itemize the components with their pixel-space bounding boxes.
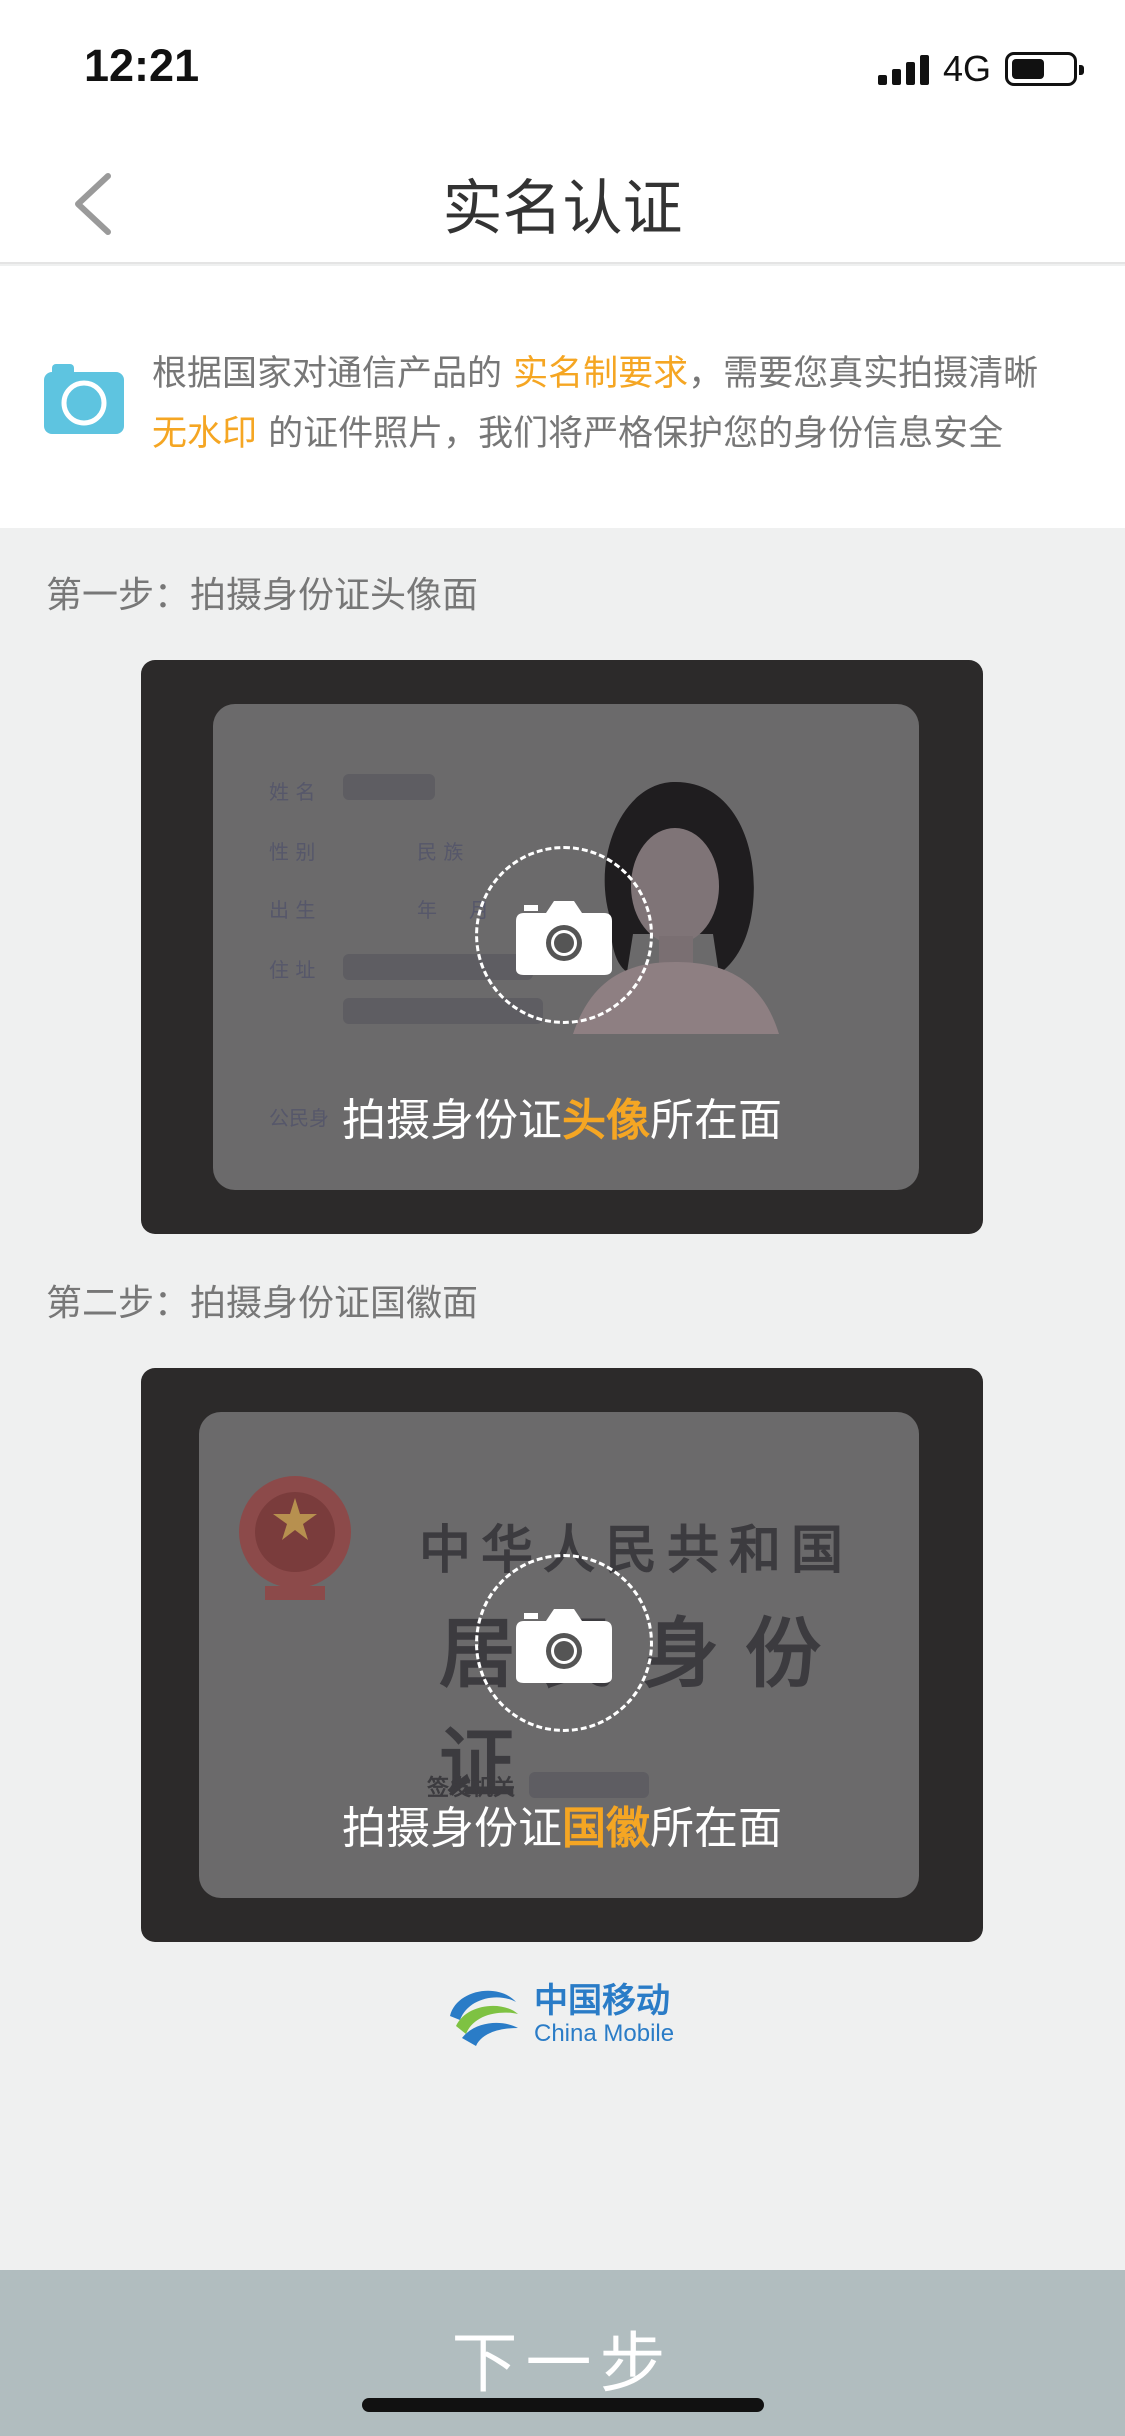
card-title-country: 中华人民共和国 bbox=[419, 1520, 854, 1581]
capture-back-button[interactable] bbox=[475, 1554, 653, 1732]
step2-label: 第二步：拍摄身份证国徽面 bbox=[46, 1283, 479, 1324]
notice-banner: 根据国家对通信产品的 实名制要求，需要您真实拍摄清晰 无水印 的证件照片，我们将… bbox=[0, 266, 1125, 528]
national-emblem-icon bbox=[239, 1476, 351, 1600]
home-indicator[interactable] bbox=[362, 2398, 764, 2412]
id-back-card[interactable]: 中华人民共和国 居民身份证 签发机关 拍摄身份证国徽所在面 bbox=[141, 1368, 983, 1942]
status-bar: 12:21 4G bbox=[0, 0, 1125, 132]
camera-icon bbox=[516, 901, 612, 975]
battery-fill bbox=[1012, 59, 1044, 79]
china-mobile-logo-icon bbox=[450, 1990, 518, 2046]
page-title: 实名认证 bbox=[442, 174, 683, 244]
camera-icon bbox=[516, 1609, 612, 1683]
battery-icon bbox=[1005, 52, 1084, 86]
capture-front-button[interactable] bbox=[475, 846, 653, 1024]
id-front-card[interactable]: 姓 名 性 别 民 族 出 生 年 月 住 址 公民身 拍摄身份证头像所在面 bbox=[141, 660, 983, 1234]
step1-label: 第一步：拍摄身份证头像面 bbox=[46, 575, 479, 616]
notice-highlight-realname: 实名制要求 bbox=[513, 354, 689, 394]
nav-bar: 实名认证 bbox=[0, 132, 1125, 264]
notice-text: 根据国家对通信产品的 实名制要求，需要您真实拍摄清晰 无水印 的证件照片，我们将… bbox=[152, 354, 1039, 454]
signal-icon bbox=[877, 53, 929, 85]
next-step-label: 下一步 bbox=[451, 2325, 674, 2402]
notice-highlight-nowatermark: 无水印 bbox=[152, 414, 258, 454]
china-mobile-logo: 中国移动 China Mobile bbox=[446, 1980, 674, 2050]
logo-text-en: China Mobile bbox=[534, 2020, 675, 2047]
status-time: 12:21 bbox=[84, 40, 200, 91]
status-icons: 4G bbox=[877, 48, 1084, 90]
back-caption: 拍摄身份证国徽所在面 bbox=[342, 1803, 782, 1854]
logo-text-cn: 中国移动 bbox=[534, 1981, 670, 2021]
network-type: 4G bbox=[942, 48, 991, 89]
camera-icon bbox=[44, 362, 124, 438]
front-caption: 拍摄身份证头像所在面 bbox=[342, 1095, 782, 1146]
